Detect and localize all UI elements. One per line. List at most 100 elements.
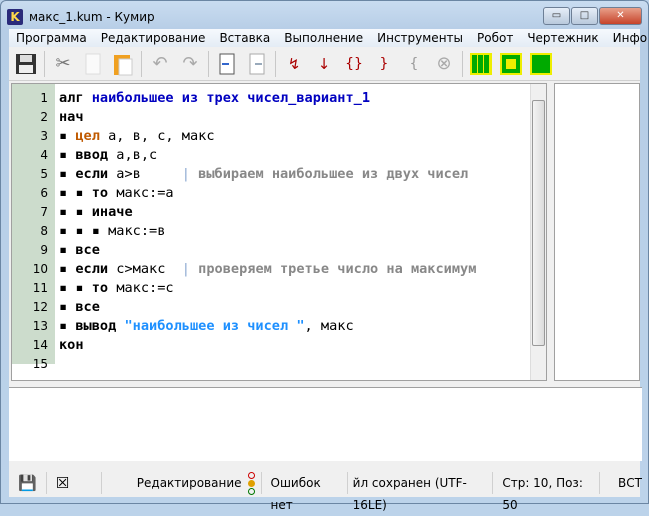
code-line[interactable]: 5 ▪ если a>в | выбираем наибольшее из дву… — [12, 165, 476, 184]
save-icon[interactable] — [11, 50, 41, 78]
code-line[interactable]: 6 ▪ ▪ то макс:=a — [12, 184, 476, 203]
robot-icon[interactable] — [496, 50, 526, 78]
step-out-icon[interactable]: } — [369, 50, 399, 78]
code-token-kw: ввод — [75, 147, 117, 163]
line-number: 11 — [32, 281, 48, 295]
status-bar: 💾 ☒ Редактирование Ошибок нет йл сохране… — [9, 467, 642, 512]
minimize-button[interactable]: ▭ — [543, 7, 570, 25]
code-token-tx: a, в, c, макс — [108, 128, 215, 144]
output-console[interactable] — [9, 387, 642, 461]
code-token-tx: , макс — [304, 318, 354, 334]
menu-edit[interactable]: Редактирование — [94, 31, 213, 45]
code-token-cm: проверяем третье число на максимум — [198, 261, 477, 277]
code-token-dot: ▪ ▪ — [59, 185, 92, 201]
code-token-dot: ▪ — [59, 166, 76, 182]
code-token-dot: ▪ — [59, 242, 76, 258]
code-token-tx: c>макс — [116, 261, 182, 277]
title-bar: K макс_1.kum - Кумир — [7, 7, 155, 27]
code-line[interactable]: 12 ▪ все — [12, 298, 476, 317]
line-number: 7 — [40, 205, 48, 219]
line-number: 9 — [40, 243, 48, 257]
code-token-dot: ▪ ▪ — [59, 280, 92, 296]
code-line[interactable]: 3 ▪ цел a, в, c, макс — [12, 127, 476, 146]
code-line[interactable]: 15 — [12, 355, 476, 374]
maximize-button[interactable]: □ — [571, 7, 598, 25]
drawer-icon[interactable] — [526, 50, 556, 78]
mode-label: Редактирование — [136, 476, 242, 490]
code-line[interactable]: 7 ▪ ▪ иначе — [12, 203, 476, 222]
code-line[interactable]: 8 ▪ ▪ ▪ макс:=в — [12, 222, 476, 241]
line-number: 1 — [40, 91, 48, 105]
code-token-kw: все — [75, 299, 100, 315]
step-into-icon[interactable]: ↓ — [309, 50, 339, 78]
code-token-kw: если — [75, 261, 117, 277]
code-editor[interactable]: 1 алг наибольшее из трех чисел_вариант_1 2… — [11, 83, 547, 381]
paste-icon[interactable] — [108, 50, 138, 78]
code-token-kw: кон — [59, 337, 84, 353]
app-window: K макс_1.kum - Кумир ▭ □ ✕ Программа Ред… — [0, 0, 649, 512]
code-token-tx: макс:=c — [116, 280, 174, 296]
menu-tools[interactable]: Инструменты — [370, 31, 470, 45]
menu-info[interactable]: Инфо — [606, 31, 649, 45]
code-line[interactable]: 9 ▪ все — [12, 241, 476, 260]
menu-run[interactable]: Выполнение — [277, 31, 370, 45]
line-number: 15 — [32, 357, 48, 371]
code-token-bar: | — [181, 166, 199, 182]
code-token-tx: макс:=в — [108, 223, 166, 239]
code-token-kw: иначе — [91, 204, 133, 220]
code-line[interactable]: 13 ▪ вывод "наибольшее из чисел ", макс — [12, 317, 476, 336]
traffic-light-icon — [247, 471, 255, 495]
line-number: 13 — [32, 319, 48, 333]
close-output-icon[interactable]: ☒ — [47, 472, 102, 494]
vertical-scrollbar[interactable] — [530, 84, 546, 380]
stop-icon[interactable]: ⊗ — [429, 50, 459, 78]
scrollbar-thumb[interactable] — [532, 100, 545, 346]
menu-drawer[interactable]: Чертежник — [520, 31, 605, 45]
line-number: 5 — [40, 167, 48, 181]
cut-icon[interactable]: ✂ — [48, 50, 78, 78]
close-button[interactable]: ✕ — [599, 7, 642, 25]
robot-field-icon[interactable] — [466, 50, 496, 78]
code-token-dot: ▪ — [59, 147, 76, 163]
line-number: 3 — [40, 129, 48, 143]
code-token-tx: a,в,c — [116, 147, 158, 163]
code-line[interactable]: 10 ▪ если c>макс | проверяем третье число… — [12, 260, 477, 279]
code-token-kw: то — [91, 185, 117, 201]
code-token-dot: ▪ — [59, 128, 76, 144]
menu-insert[interactable]: Вставка — [212, 31, 277, 45]
code-token-dot: ▪ — [59, 261, 76, 277]
side-panel — [554, 83, 640, 381]
code-line[interactable]: 1 алг наибольшее из трех чисел_вариант_1 — [12, 89, 476, 108]
code-token-dot: ▪ — [59, 318, 76, 334]
code-token-tx: макс:=a — [116, 185, 174, 201]
line-number: 12 — [32, 300, 48, 314]
unindent-icon[interactable] — [242, 50, 272, 78]
code-token-kw: нач — [59, 109, 84, 125]
window-title: макс_1.kum - Кумир — [29, 10, 155, 24]
undo-icon[interactable]: ↶ — [145, 50, 175, 78]
code-token-kw: вывод — [75, 318, 125, 334]
code-token-cm: выбираем наибольшее из двух чисел — [198, 166, 469, 182]
indent-icon[interactable] — [212, 50, 242, 78]
code-token-kw: если — [75, 166, 117, 182]
copy-icon[interactable] — [78, 50, 108, 78]
file-status-label: йл сохранен (UTF-16LE) — [348, 472, 494, 512]
code-line[interactable]: 14 кон — [12, 336, 476, 355]
code-token-kw: то — [91, 280, 117, 296]
save-status-icon[interactable]: 💾 — [9, 472, 47, 494]
redo-icon[interactable]: ↷ — [175, 50, 205, 78]
step-over-icon[interactable]: {} — [339, 50, 369, 78]
code-token-kw: алг — [59, 90, 92, 106]
menu-robot[interactable]: Робот — [470, 31, 520, 45]
menu-program[interactable]: Программа — [9, 31, 94, 45]
toolbar: ✂ ↶ ↷ ↯ ↓ {} } { ⊗ — [9, 47, 640, 81]
step-back-icon[interactable]: { — [399, 50, 429, 78]
cursor-position-label: Стр: 10, Поз: 50 — [493, 472, 601, 512]
code-token-dot: ▪ ▪ ▪ — [59, 223, 109, 239]
code-line[interactable]: 4 ▪ ввод a,в,c — [12, 146, 476, 165]
run-to-end-icon[interactable]: ↯ — [279, 50, 309, 78]
code-token-ty: цел — [75, 128, 109, 144]
code-token-nm: наибольшее из трех чисел_вариант_1 — [91, 90, 371, 106]
code-line[interactable]: 2 нач — [12, 108, 476, 127]
code-line[interactable]: 11 ▪ ▪ то макс:=c — [12, 279, 476, 298]
